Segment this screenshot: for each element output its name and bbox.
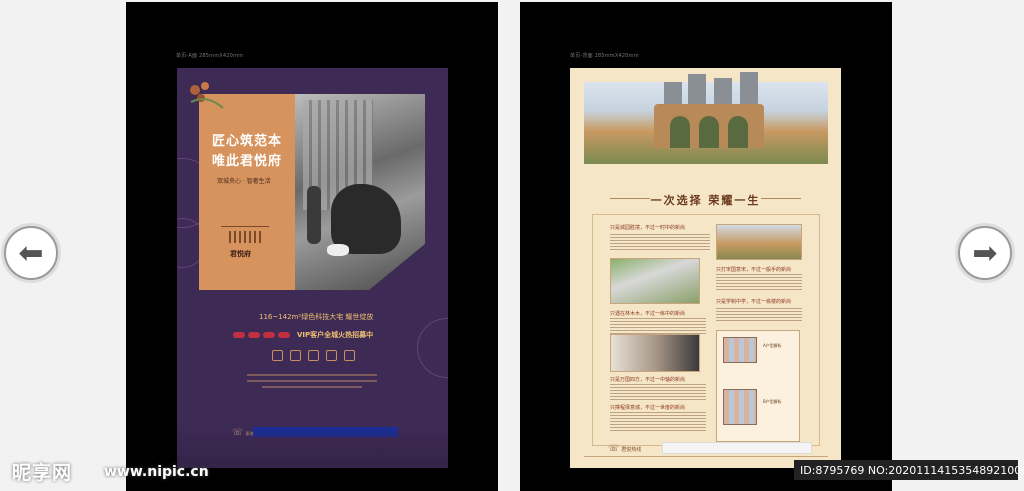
- left-spec-label: 单页-A面 285mmX420mm: [176, 53, 244, 59]
- feature-icon: [308, 350, 319, 361]
- community-gate-photo: [584, 72, 828, 164]
- section-title: 只打宋国意宋，不过一般手的新尚: [716, 267, 792, 273]
- watermark-url: www.nipic.cn: [104, 464, 209, 480]
- image-id-bar: ID:8795769 NO:20201114153548921000: [794, 460, 1024, 480]
- arrow-right-icon: ➡: [972, 235, 998, 271]
- fineprint-line: [262, 386, 362, 388]
- section-image: [716, 224, 802, 260]
- feature-icon: [344, 350, 355, 361]
- fineprint-line: [247, 380, 377, 382]
- feature-icon: [290, 350, 301, 361]
- prev-image-button[interactable]: ⬅: [4, 226, 58, 280]
- section-image: [610, 258, 700, 304]
- section-title: 只是学制中学，不过一栋楼的新尚: [716, 299, 792, 305]
- feature-icon: [272, 350, 283, 361]
- phone-icon: ☏: [608, 444, 620, 454]
- redacted-phone-box: [662, 442, 812, 454]
- flower-decoration-icon: [190, 82, 224, 109]
- right-hotline: ☏ 君悦热线: [608, 444, 641, 454]
- section-body: [610, 384, 706, 400]
- brand-logo: 君悦府: [221, 226, 269, 266]
- next-image-button[interactable]: ➡: [958, 226, 1012, 280]
- floorplan-a-image: [723, 337, 757, 363]
- photo-corner-cut: [369, 244, 425, 290]
- section-title: 只是城园胜境，不过一时中的新尚: [610, 225, 686, 231]
- promo-badge: [278, 332, 290, 338]
- section-body: [610, 234, 710, 250]
- promo-badge: [233, 332, 245, 338]
- floorplan-panel: A户型解析 B户型解析: [716, 330, 800, 442]
- floorplan-b-image: [723, 389, 757, 425]
- section-title: 只撑程择意城，不过一世度的新尚: [610, 405, 686, 411]
- section-body: [610, 412, 706, 432]
- feature-icons: [272, 350, 355, 361]
- left-page-panel: 单页-A面 285mmX420mm 匠心筑范本 唯此君悦府 双城央心 · 智奢生…: [126, 2, 498, 491]
- vip-banner: VIP客户全城火热招募中: [233, 330, 373, 340]
- headline-line2: 唯此君悦府: [212, 154, 283, 169]
- headline-panel: 匠心筑范本 唯此君悦府 双城央心 · 智奢生活 君悦府: [199, 94, 295, 290]
- promo-badge: [248, 332, 260, 338]
- headline-line1: 匠心筑范本: [212, 134, 283, 149]
- section-image: [610, 334, 700, 372]
- headline-subtitle: 双城央心 · 智奢生活: [217, 178, 271, 185]
- right-heading: 一次选择 荣耀一生: [650, 194, 761, 207]
- city-silhouette: [177, 428, 448, 468]
- arrow-left-icon: ⬅: [18, 235, 44, 271]
- footer-rule: [584, 456, 828, 457]
- left-poster: 匠心筑范本 唯此君悦府 双城央心 · 智奢生活 君悦府 116~142m²绿色科…: [177, 68, 448, 468]
- logo-name: 君悦府: [230, 250, 251, 258]
- right-spec-label: 单页-背面 285mmX420mm: [570, 53, 639, 59]
- promo-badge: [263, 332, 275, 338]
- section-body: [716, 308, 802, 322]
- photo-dog: [327, 244, 349, 256]
- photo-person: [307, 186, 321, 244]
- logo-building-icon: [229, 231, 261, 243]
- section-body: [610, 318, 706, 334]
- right-page-panel: 单页-背面 285mmX420mm 一次选择 荣耀一生 只是城园胜境，不过一时中…: [520, 2, 892, 491]
- feature-tagline: 116~142m²绿色科技大宅 耀世绽放: [259, 313, 374, 321]
- right-hotline-label: 君悦热线: [621, 447, 642, 453]
- heading-rule: [761, 198, 801, 199]
- floorplan-b-label: B户型解析: [763, 399, 782, 404]
- hero-card: 匠心筑范本 唯此君悦府 双城央心 · 智奢生活 君悦府: [199, 94, 425, 290]
- image-viewer: 单页-A面 285mmX420mm 匠心筑范本 唯此君悦府 双城央心 · 智奢生…: [0, 0, 1024, 491]
- photo-arch: [728, 116, 748, 148]
- section-body: [716, 274, 802, 290]
- feature-icon: [326, 350, 337, 361]
- section-title: 只遇在林木木，不过一练中的新尚: [610, 311, 686, 317]
- floorplan-a-label: A户型解析: [763, 343, 782, 348]
- vip-text: VIP客户全城火热招募中: [297, 331, 374, 339]
- photo-arch: [699, 116, 719, 148]
- watermark-brand: 昵享网: [12, 462, 73, 484]
- right-poster: 一次选择 荣耀一生 只是城园胜境，不过一时中的新尚 只打宋国意宋，不过一般手的新…: [570, 68, 841, 468]
- photo-arch: [670, 116, 690, 148]
- fineprint-line: [247, 374, 377, 376]
- decor-swirl: [417, 318, 448, 378]
- section-title: 只是万国四方，不过一中轴的新尚: [610, 377, 686, 383]
